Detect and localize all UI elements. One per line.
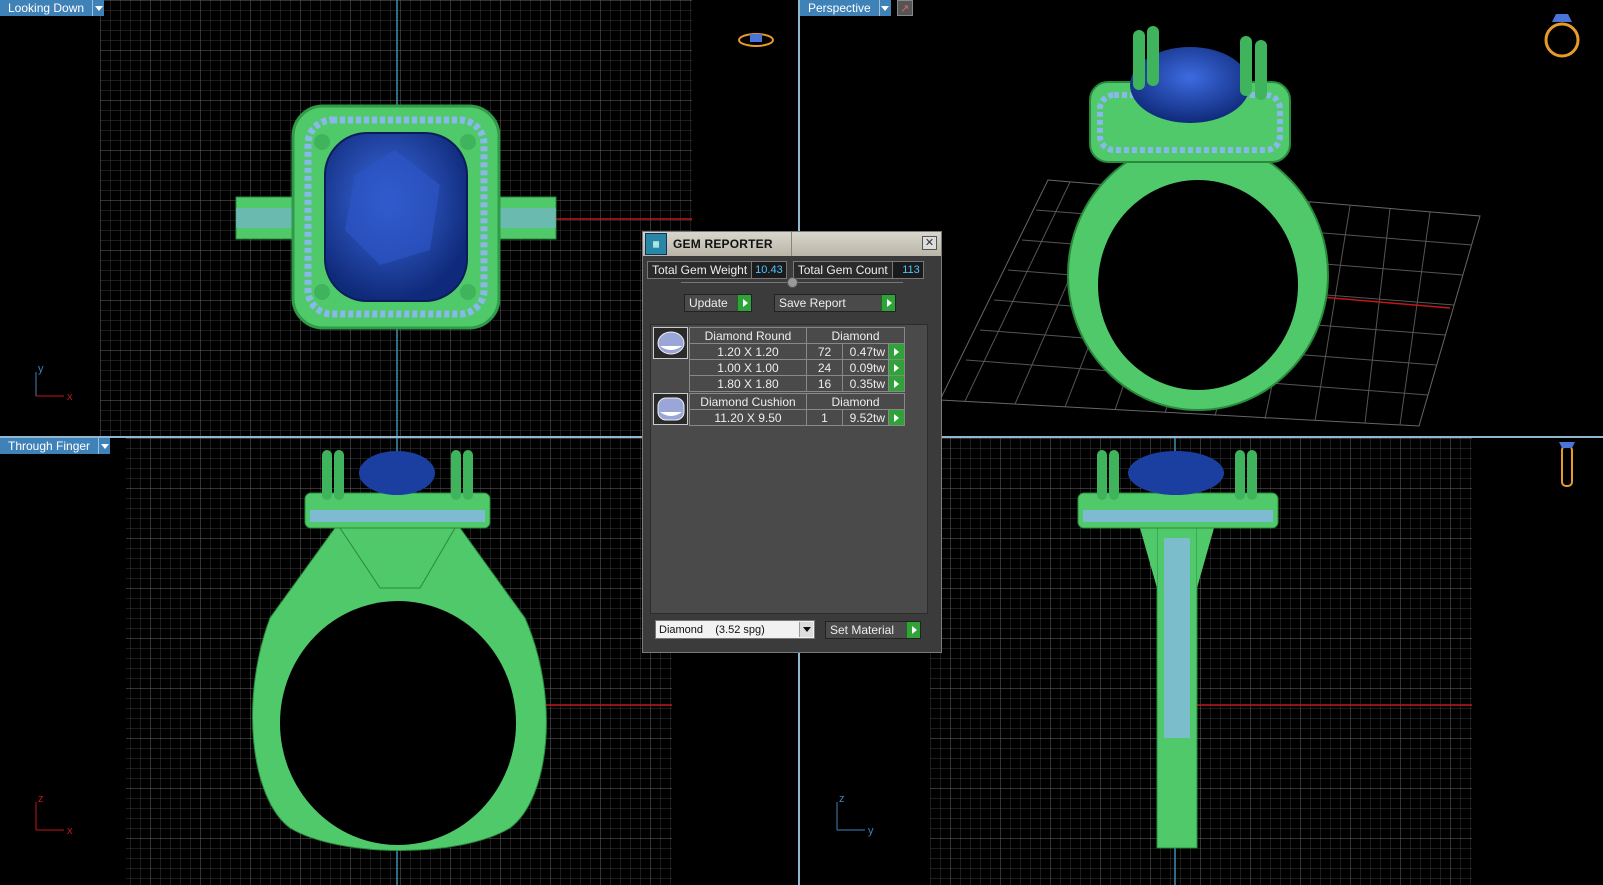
table-row[interactable]: 11.20 X 9.50 1 9.52tw [689, 409, 905, 426]
gem-group-round: Diamond Round Diamond 1.20 X 1.20 72 0.4… [653, 327, 907, 392]
gem-weight: 0.47tw [842, 343, 889, 360]
gem-weight: 0.35tw [842, 375, 889, 392]
select-gem-arrow-icon[interactable] [888, 359, 905, 376]
set-material-button-label: Set Material [830, 622, 895, 637]
table-row: Diamond Round Diamond [689, 327, 905, 344]
camera-tool-icon[interactable]: ↗ [896, 0, 913, 16]
axis-z-label: z [38, 793, 44, 805]
round-gem-thumbnail-icon[interactable] [653, 327, 688, 359]
gem-size: 1.20 X 1.20 [689, 343, 807, 360]
view-dropdown-icon[interactable] [92, 0, 105, 16]
dialog-titlebar[interactable]: ▦ GEM REPORTER ✕ [643, 232, 941, 256]
close-icon[interactable]: ✕ [922, 236, 937, 250]
play-arrow-icon[interactable] [881, 295, 895, 311]
cushion-gem-thumbnail-icon[interactable] [653, 393, 688, 425]
play-arrow-icon[interactable] [906, 621, 920, 638]
gem-list[interactable]: Diamond Round Diamond 1.20 X 1.20 72 0.4… [650, 324, 928, 614]
set-material-button[interactable]: Set Material [825, 620, 921, 639]
save-report-button-label: Save Report [779, 296, 846, 310]
axis-x-label: x [67, 391, 73, 403]
gem-reporter-app-icon: ▦ [645, 233, 667, 255]
gem-weight: 9.52tw [842, 409, 889, 426]
view-label-text: Looking Down [0, 0, 93, 16]
view-label-text: Through Finger [0, 438, 99, 454]
gem-group-cushion: Diamond Cushion Diamond 11.20 X 9.50 1 9… [653, 393, 907, 427]
play-arrow-icon[interactable] [737, 295, 751, 311]
table-row[interactable]: 1.80 X 1.80 16 0.35tw [689, 375, 905, 392]
total-gem-count-label: Total Gem Count [794, 262, 893, 278]
view-dropdown-icon[interactable] [878, 0, 891, 16]
total-gem-weight-label: Total Gem Weight [648, 262, 753, 278]
view-label-through-finger[interactable]: Through Finger [0, 438, 111, 454]
total-gem-count-value: 113 [892, 262, 923, 278]
gem-weight: 0.09tw [842, 359, 889, 376]
gem-material: Diamond [806, 393, 905, 410]
view-label-perspective[interactable]: Perspective ↗ [800, 0, 913, 16]
table-row: Diamond Cushion Diamond [689, 393, 905, 410]
gem-count: 72 [806, 343, 843, 360]
view-label-text: Perspective [800, 0, 879, 16]
gem-size: 1.80 X 1.80 [689, 375, 807, 392]
actions-row: Update Save Report [643, 294, 941, 312]
view-dropdown-icon[interactable] [98, 438, 111, 454]
total-gem-count: Total Gem Count 113 [792, 261, 924, 279]
titlebar-separator [791, 232, 792, 256]
view-label-looking-down[interactable]: Looking Down [0, 0, 105, 16]
total-gem-weight-value: 10.43 [752, 262, 786, 278]
gem-size: 11.20 X 9.50 [689, 409, 807, 426]
material-select-value: Diamond (3.52 spg) [659, 623, 765, 636]
gem-count: 24 [806, 359, 843, 376]
dialog-title: GEM REPORTER [673, 237, 773, 251]
material-select[interactable]: Diamond (3.52 spg) [655, 620, 815, 639]
gem-count: 16 [806, 375, 843, 392]
totals-row: Total Gem Weight 10.43 Total Gem Count 1… [643, 256, 941, 279]
chevron-down-icon[interactable] [799, 622, 813, 637]
axis-z-label: z [839, 793, 845, 805]
select-gem-arrow-icon[interactable] [888, 375, 905, 392]
total-gem-weight: Total Gem Weight 10.43 [647, 261, 787, 279]
table-row[interactable]: 1.20 X 1.20 72 0.47tw [689, 343, 905, 360]
select-gem-arrow-icon[interactable] [888, 343, 905, 360]
gem-shape: Diamond Cushion [689, 393, 807, 410]
update-button-label: Update [689, 296, 728, 310]
gem-material: Diamond [806, 327, 905, 344]
update-button[interactable]: Update [684, 294, 752, 312]
table-row[interactable]: 1.00 X 1.00 24 0.09tw [689, 359, 905, 376]
gem-size: 1.00 X 1.00 [689, 359, 807, 376]
select-gem-arrow-icon[interactable] [888, 409, 905, 426]
axis-y-label: y [868, 825, 874, 837]
gem-group-table: Diamond Round Diamond 1.20 X 1.20 72 0.4… [689, 327, 905, 392]
gem-reporter-dialog: ▦ GEM REPORTER ✕ Total Gem Weight 10.43 … [642, 231, 942, 653]
gem-count: 1 [806, 409, 843, 426]
gem-group-table: Diamond Cushion Diamond 11.20 X 9.50 1 9… [689, 393, 905, 426]
axis-x-label: x [67, 825, 73, 837]
gem-shape: Diamond Round [689, 327, 807, 344]
save-report-button[interactable]: Save Report [774, 294, 896, 312]
collapse-knob-icon[interactable] [787, 277, 798, 288]
collapse-separator [681, 277, 903, 294]
axis-y-label: y [38, 363, 44, 375]
material-footer: Diamond (3.52 spg) Set Material [655, 620, 921, 639]
